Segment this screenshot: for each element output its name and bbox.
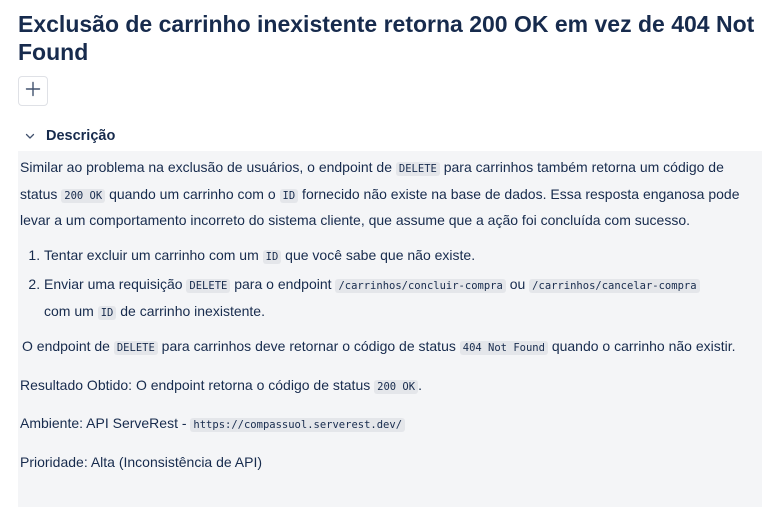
inline-code: 200 OK	[374, 379, 419, 394]
text: com um	[44, 302, 98, 319]
inline-code: 200 OK	[61, 188, 106, 203]
environment-paragraph: Ambiente: API ServeRest - https://compas…	[20, 411, 754, 438]
add-button[interactable]	[18, 76, 48, 106]
text: O endpoint de	[22, 338, 114, 354]
text: Prioridade: Alta (Inconsistência de API)	[20, 453, 263, 470]
text: para carrinhos deve retornar o código de…	[157, 338, 460, 354]
description-paragraph: Similar ao problema na exclusão de usuár…	[20, 155, 754, 233]
inline-code: /carrinhos/concluir-compra	[335, 279, 506, 293]
text: que você sabe que não existe.	[281, 246, 476, 263]
inline-code: /carrinhos/cancelar-compra	[529, 279, 700, 293]
text: para o endpoint	[230, 276, 336, 292]
inline-code: https://compassuol.serverest.dev/	[190, 418, 406, 432]
text: de carrinho inexistente.	[116, 302, 265, 319]
inline-code: ID	[279, 188, 299, 203]
actual-result-paragraph: Resultado Obtido: O endpoint retorna o c…	[20, 373, 754, 400]
inline-code: 404 Not Found	[459, 341, 548, 355]
inline-code: DELETE	[113, 341, 158, 355]
issue-title[interactable]: Exclusão de carrinho inexistente retorna…	[18, 10, 758, 66]
inline-code: DELETE	[186, 279, 231, 293]
description-section-toggle[interactable]: Descrição	[18, 126, 762, 146]
list-item: Enviar uma requisição DELETE para o endp…	[44, 272, 754, 325]
chevron-down-icon	[24, 130, 36, 142]
description-heading: Descrição	[46, 128, 116, 144]
description-body[interactable]: Similar ao problema na exclusão de usuár…	[18, 151, 762, 507]
text: Resultado Obtido: O endpoint retorna o c…	[20, 376, 375, 393]
inline-code: DELETE	[395, 162, 440, 176]
expected-result-paragraph: O endpoint de DELETE para carrinhos deve…	[20, 334, 754, 361]
inline-code: ID	[97, 305, 117, 320]
text: Tentar excluir um carrinho com um	[44, 246, 263, 263]
inline-code: ID	[262, 249, 282, 264]
list-item: Tentar excluir um carrinho com um ID que…	[44, 243, 754, 270]
steps-list: Tentar excluir um carrinho com um ID que…	[20, 243, 754, 326]
text: quando um carrinho com o	[105, 185, 280, 202]
text: Similar ao problema na exclusão de usuár…	[20, 159, 396, 175]
issue-view: Exclusão de carrinho inexistente retorna…	[0, 0, 762, 527]
text: Enviar uma requisição	[44, 276, 187, 292]
text: quando o carrinho não existir.	[547, 338, 736, 354]
text: .	[418, 376, 422, 393]
plus-icon	[25, 81, 41, 102]
priority-paragraph: Prioridade: Alta (Inconsistência de API)	[20, 450, 754, 475]
text: ou	[505, 276, 530, 292]
text: Ambiente: API ServeRest -	[20, 415, 191, 431]
